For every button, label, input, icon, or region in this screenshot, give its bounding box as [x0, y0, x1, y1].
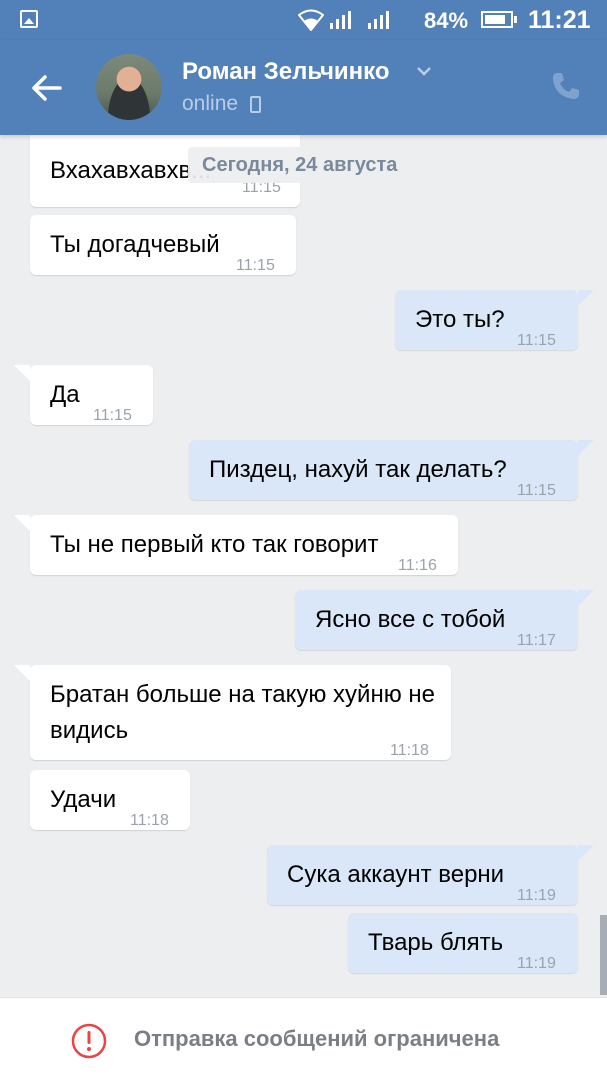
message-time: 11:15 [236, 257, 275, 274]
message-text: Да [50, 381, 80, 408]
message-time: 11:18 [390, 742, 429, 759]
contact-status: online [182, 92, 239, 115]
message-incoming[interactable]: Удачи 11:18 [30, 770, 190, 830]
gallery-icon [20, 10, 38, 28]
message-time: 11:17 [517, 632, 556, 649]
phone-icon[interactable] [550, 70, 582, 102]
message-outgoing[interactable]: Это ты? 11:15 [395, 290, 594, 350]
message-incoming[interactable]: Ты догадчевый 11:15 [30, 215, 296, 275]
message-time: 11:16 [398, 557, 437, 574]
message-text: Удачи [50, 786, 117, 813]
message-time: 11:18 [130, 812, 169, 829]
message-text: Пиздец, нахуй так делать? [209, 456, 507, 483]
message-outgoing[interactable]: Тварь блять 11:19 [348, 913, 578, 973]
message-time: 11:19 [517, 955, 556, 972]
message-text: Тварь блять [368, 929, 504, 956]
date-separator: Сегодня, 24 августа [188, 147, 412, 183]
wifi-icon [298, 9, 324, 31]
message-outgoing[interactable]: Пиздец, нахуй так делать? 11:15 [189, 440, 594, 500]
message-list[interactable]: Сегодня, 24 августа Вхахавхавхв... 11:15… [0, 135, 607, 997]
chat-header: Роман Зельчинко online [0, 40, 607, 135]
message-text: Это ты? [415, 306, 505, 333]
message-time: 11:15 [93, 407, 132, 424]
mobile-icon [250, 96, 261, 113]
message-incoming[interactable]: Да 11:15 [14, 365, 153, 425]
message-outgoing[interactable]: Сука аккаунт верни 11:19 [267, 845, 594, 905]
message-text: Ты догадчевый [50, 231, 220, 258]
back-arrow-icon[interactable] [24, 66, 68, 110]
message-text: Ясно все с тобой [315, 606, 506, 633]
status-bar: 84% 11:21 [0, 0, 607, 40]
scrollbar[interactable] [600, 915, 607, 995]
avatar[interactable] [96, 54, 162, 120]
message-time: 11:15 [517, 332, 556, 349]
message-incoming[interactable]: Ты не первый кто так говорит 11:16 [14, 515, 458, 575]
message-text: Сука аккаунт верни [287, 861, 505, 888]
message-text: Ты не первый кто так говорит [50, 531, 379, 558]
chevron-down-icon[interactable] [416, 66, 432, 76]
signal-icon [330, 11, 351, 29]
clock: 11:21 [528, 6, 591, 34]
message-outgoing[interactable]: Ясно все с тобой 11:17 [295, 590, 594, 650]
message-time: 11:15 [517, 482, 556, 499]
signal-icon [368, 11, 389, 29]
restriction-text: Отправка сообщений ограничена [134, 1026, 500, 1051]
exclamation-circle-icon [71, 1023, 107, 1059]
contact-name[interactable]: Роман Зельчинко [182, 58, 390, 86]
battery-icon [481, 11, 517, 28]
battery-percent: 84% [424, 8, 469, 33]
message-time: 11:19 [517, 887, 556, 904]
restriction-bar: Отправка сообщений ограничена [0, 997, 607, 1080]
message-incoming[interactable]: Братан больше на такую хуйню не видись 1… [14, 665, 451, 760]
